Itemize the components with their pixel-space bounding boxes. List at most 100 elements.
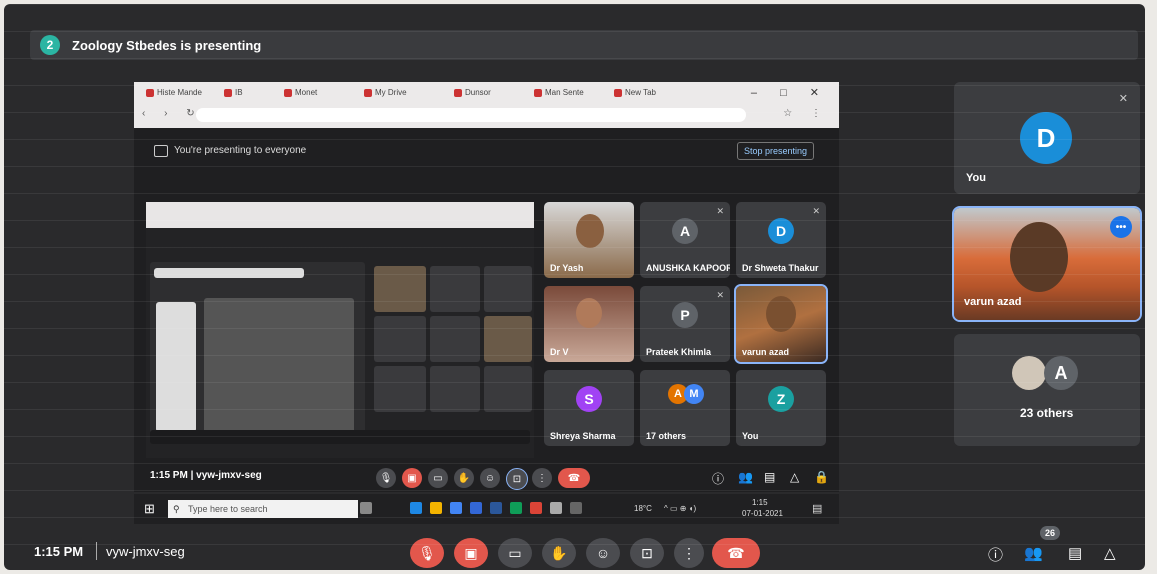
meet-window: 2 Zoology Stbedes is presenting Histe Ma… <box>4 4 1145 570</box>
browser-tab[interactable]: Monet <box>284 88 344 102</box>
browser-tab[interactable]: New Tab <box>614 88 674 102</box>
participant-tile[interactable]: Dr V <box>544 286 634 362</box>
participant-tile[interactable]: D ✕ Dr Shweta Thakur <box>736 202 826 278</box>
participant-name: Shreya Sharma <box>550 431 616 441</box>
info-icon[interactable]: ⓘ <box>712 470 724 487</box>
notification-icon[interactable]: ▤ <box>812 502 822 515</box>
self-avatar: D <box>1020 112 1072 164</box>
info-icon[interactable]: ⓘ <box>988 544 1003 565</box>
separator <box>96 542 97 560</box>
raise-hand-icon: ✋ <box>550 544 568 561</box>
lock-icon[interactable]: 🔒 <box>814 470 829 484</box>
mic-off-button[interactable]: 🎙 <box>410 538 444 568</box>
store-icon[interactable] <box>450 502 462 514</box>
camera-off-icon[interactable]: ▣ <box>402 468 422 488</box>
participant-tile[interactable]: S Shreya Sharma <box>544 370 634 446</box>
browser-tab[interactable]: IB <box>224 88 274 102</box>
self-tile[interactable]: D ✕ You <box>954 82 1140 194</box>
activities-icon[interactable]: △ <box>1104 544 1116 562</box>
more-options-icon[interactable]: ⋮ <box>532 468 552 488</box>
meet-control-bar: 1:15 PM vyw-jmxv-seg 🎙 ▣ ▭ ✋ ☺ ⊡ ⋮ ☎ ⓘ 👥… <box>4 526 1145 570</box>
emoji-icon[interactable]: ☺ <box>480 468 500 488</box>
app-icon[interactable] <box>550 502 562 514</box>
activities-icon[interactable]: △ <box>790 470 799 484</box>
word-icon[interactable] <box>490 502 502 514</box>
present-screen-icon <box>154 145 168 157</box>
emoji-button[interactable]: ☺ <box>586 538 620 568</box>
camera-off-button[interactable]: ▣ <box>454 538 488 568</box>
others-count: 23 others <box>1020 406 1074 420</box>
participant-avatar: Z <box>768 386 794 412</box>
window-controls[interactable]: – □ ✕ <box>751 86 829 99</box>
address-bar[interactable] <box>196 108 746 122</box>
task-view-icon[interactable] <box>360 502 372 514</box>
taskbar-date[interactable]: 07-01-2021 <box>742 509 783 518</box>
presenter-count-badge: 2 <box>40 35 60 55</box>
meeting-time: 1:15 PM <box>34 544 84 559</box>
chat-icon[interactable]: ▤ <box>764 470 775 484</box>
taskbar-search-input[interactable]: ⚲ Type here to search <box>168 500 358 518</box>
present-button[interactable]: ⊡ <box>630 538 664 568</box>
app-icon[interactable] <box>570 502 582 514</box>
speaker-tile[interactable]: ••• varun azad <box>952 206 1142 322</box>
present-icon: ⊡ <box>641 544 653 561</box>
mic-icon[interactable]: 🎙 <box>376 468 396 488</box>
people-icon[interactable]: 👥 <box>1024 544 1043 562</box>
meeting-code: vyw-jmxv-seg <box>106 544 185 559</box>
app-icon[interactable] <box>470 502 482 514</box>
chat-icon[interactable]: ▤ <box>1068 544 1082 562</box>
participant-tile[interactable]: varun azad <box>734 284 828 364</box>
participant-tile[interactable]: Z You <box>736 370 826 446</box>
inner-time-code: 1:15 PM | vyw-jmxv-seg <box>150 470 262 481</box>
taskbar-clock[interactable]: 1:15 <box>752 498 768 507</box>
emoji-icon: ☺ <box>595 545 611 561</box>
participant-name: 17 others <box>646 431 687 441</box>
browser-tab[interactable]: Dunsor <box>454 88 514 102</box>
speaking-indicator-icon: ••• <box>1110 216 1132 238</box>
participant-name: varun azad <box>742 347 790 357</box>
others-avatar: A <box>1044 356 1078 390</box>
participant-name: Prateek Khimla <box>646 347 712 357</box>
end-call-icon: ☎ <box>727 544 745 561</box>
participant-avatar: P <box>672 302 698 328</box>
participant-tile[interactable]: P ✕ Prateek Khimla <box>640 286 730 362</box>
tray-icons[interactable]: ^ ▭ ⊕ ◖) <box>664 504 696 513</box>
weather-temp[interactable]: 18°C <box>634 504 652 513</box>
participant-name: ANUSHKA KAPOOR <box>646 263 730 273</box>
participant-tile[interactable]: A M 17 others <box>640 370 730 446</box>
participant-tile[interactable]: A ✕ ANUSHKA KAPOOR <box>640 202 730 278</box>
windows-start-icon[interactable]: ⊞ <box>144 501 155 517</box>
participant-name: varun azad <box>964 296 1022 308</box>
end-call-icon[interactable]: ☎ <box>558 468 590 488</box>
stop-presenting-button[interactable]: Stop presenting <box>736 142 814 160</box>
captions-icon[interactable]: ▭ <box>428 468 448 488</box>
raise-hand-icon[interactable]: ✋ <box>454 468 474 488</box>
nav-arrows-icon[interactable]: ‹ › ↻ <box>142 108 203 119</box>
participant-name: Dr V <box>550 347 569 357</box>
browser-tab[interactable]: Man Sente <box>534 88 594 102</box>
extension-icons[interactable]: ☆ ⋮ <box>783 108 829 119</box>
browser-chrome: Histe Mande IB Monet My Drive Dunsor Man… <box>134 82 839 128</box>
participant-tile[interactable]: Dr Yash <box>544 202 634 278</box>
presenting-bar: You're presenting to everyone Stop prese… <box>148 140 828 162</box>
file-explorer-icon[interactable] <box>430 502 442 514</box>
people-icon[interactable]: 👥 <box>738 470 753 484</box>
more-options-icon: ⋮ <box>682 544 696 561</box>
more-options-button[interactable]: ⋮ <box>674 538 704 568</box>
mic-off-icon: 🎙 <box>418 544 436 561</box>
captions-icon: ▭ <box>508 544 522 561</box>
chrome-icon[interactable] <box>510 502 522 514</box>
nested-browser-chrome <box>146 202 534 228</box>
edge-icon[interactable] <box>410 502 422 514</box>
captions-button[interactable]: ▭ <box>498 538 532 568</box>
raise-hand-button[interactable]: ✋ <box>542 538 576 568</box>
presenting-to-everyone-label: You're presenting to everyone <box>174 145 307 156</box>
app-icon[interactable] <box>530 502 542 514</box>
present-icon[interactable]: ⊡ <box>506 468 528 490</box>
browser-tab[interactable]: Histe Mande <box>146 88 216 102</box>
participant-name: You <box>742 431 759 441</box>
presenting-label: Zoology Stbedes is presenting <box>72 37 262 53</box>
end-call-button[interactable]: ☎ <box>712 538 760 568</box>
browser-tab[interactable]: My Drive <box>364 88 434 102</box>
others-tile[interactable]: A 23 others <box>954 334 1140 446</box>
